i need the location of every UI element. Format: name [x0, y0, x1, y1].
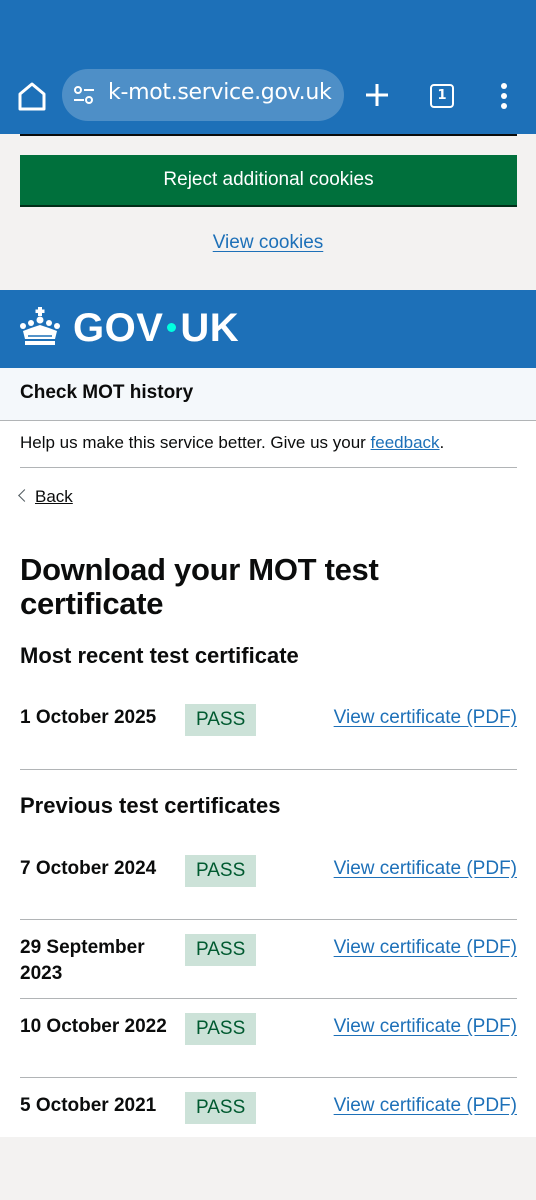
previous-heading: Previous test certificates [20, 793, 281, 818]
feedback-divider [20, 467, 517, 468]
govuk-header: GOV UK [0, 290, 536, 368]
row-divider [20, 1077, 517, 1078]
main-content: Help us make this service better. Give u… [0, 421, 536, 1137]
view-cookies-container: View cookies [0, 232, 536, 254]
pass-tag: PASS [185, 1013, 257, 1045]
more-menu-icon[interactable] [496, 82, 512, 110]
govuk-logo[interactable]: GOV UK [73, 305, 239, 351]
test-date: 7 October 2024 [20, 858, 157, 879]
pass-tag: PASS [185, 704, 257, 736]
row-divider [20, 919, 517, 920]
pass-tag: PASS [185, 1092, 257, 1124]
test-date: 1 October 2025 [20, 707, 157, 728]
view-certificate-link[interactable]: View certificate (PDF) [334, 856, 517, 882]
most-recent-heading: Most recent test certificate [20, 643, 299, 668]
home-icon[interactable] [14, 78, 50, 114]
address-bar[interactable]: k-mot.service.gov.uk [62, 69, 344, 121]
logo-dot [167, 322, 177, 332]
back-container: Back [18, 487, 73, 507]
pass-tag: PASS [185, 855, 257, 887]
cookie-divider [20, 134, 517, 136]
back-link[interactable]: Back [35, 487, 73, 506]
test-date: 10 October 2022 [20, 1016, 167, 1037]
feedback-banner: Help us make this service better. Give u… [20, 433, 444, 453]
view-certificate-link[interactable]: View certificate (PDF) [334, 705, 517, 731]
row-divider [20, 769, 517, 770]
view-certificate-link[interactable]: View certificate (PDF) [334, 1093, 517, 1119]
chevron-left-icon [18, 489, 31, 502]
govuk-logo-right: UK [180, 306, 240, 350]
pass-tag: PASS [185, 934, 257, 966]
govuk-logo-left: GOV [73, 306, 164, 350]
feedback-link[interactable]: feedback [371, 433, 440, 452]
url-text: k-mot.service.gov.uk [108, 80, 332, 105]
page-title: Download your MOT test certificate [20, 552, 379, 621]
cookie-banner: Reject additional cookies View cookies [0, 134, 536, 290]
service-name[interactable]: Check MOT history [20, 382, 193, 404]
view-certificate-link[interactable]: View certificate (PDF) [334, 1014, 517, 1040]
feedback-suffix: . [439, 433, 445, 452]
test-date: 5 October 2021 [20, 1095, 157, 1116]
view-cookies-link[interactable]: View cookies [213, 232, 324, 253]
new-tab-icon[interactable] [362, 80, 392, 110]
reject-cookies-button[interactable]: Reject additional cookies [20, 155, 517, 205]
service-navigation: Check MOT history [0, 368, 536, 421]
test-date: 29 September 2023 [20, 937, 145, 984]
crown-logo-icon[interactable] [19, 307, 61, 349]
feedback-text: Help us make this service better. Give u… [20, 433, 371, 452]
tab-switcher-button[interactable]: 1 [430, 84, 454, 108]
site-settings-icon[interactable] [72, 83, 96, 107]
view-certificate-link[interactable]: View certificate (PDF) [334, 935, 517, 961]
row-divider [20, 998, 517, 999]
browser-toolbar: k-mot.service.gov.uk 1 [0, 0, 536, 134]
